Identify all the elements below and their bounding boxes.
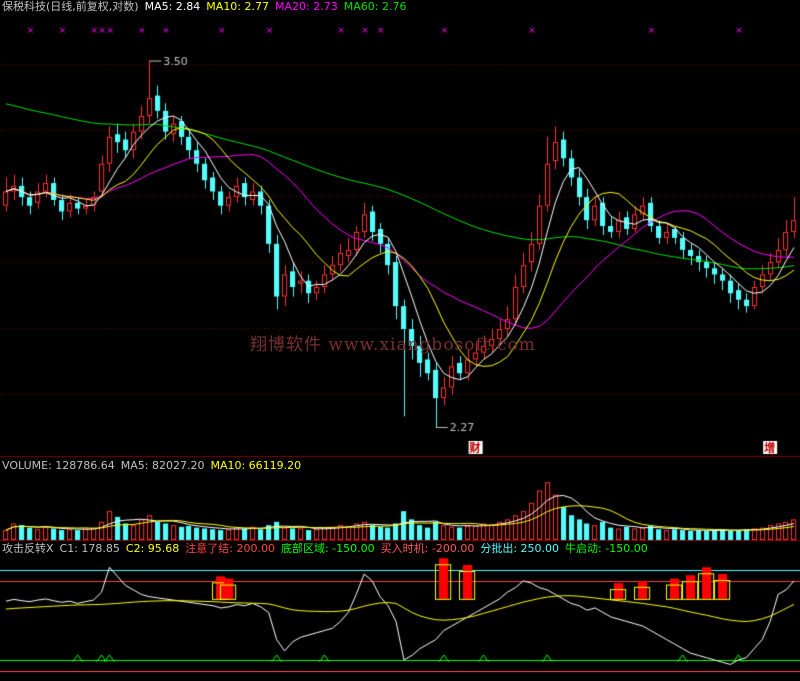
ma5-label: MA5: 2.84 (144, 0, 201, 13)
ma10-label: MA10: 2.77 (206, 0, 270, 13)
volume-label: VOLUME: 128786.64 (2, 459, 115, 472)
c2-label: C2: 95.68 (125, 542, 180, 555)
c1-label: C1: 178.85 (59, 542, 120, 555)
buy-label: 买入时机: -200.00 (380, 542, 475, 555)
watermark: 翔博软件 www.xiangbosoft.com (250, 335, 536, 355)
ma60-label: MA60: 2.76 (343, 0, 407, 13)
main-chart-header: 保税科技(日线,前复权,对数) MA5: 2.84 MA10: 2.77 MA20: … (2, 0, 412, 13)
vol-ma10-label: MA10: 66119.20 (210, 459, 302, 472)
ma20-label: MA20: 2.73 (275, 0, 338, 13)
attention-label: 注意了结: 200.00 (185, 542, 275, 555)
batch-label: 分批出: 250.00 (480, 542, 560, 555)
bull-label: 牛启动: -150.00 (565, 542, 648, 555)
stock-title: 保税科技(日线,前复权,对数) (2, 0, 139, 13)
volume-header: VOLUME: 128786.64 MA5: 82027.20 MA10: 6611… (2, 459, 307, 472)
bottom-label: 底部区域: -150.00 (281, 542, 375, 555)
indicator-header: 攻击反转X C1: 178.85 C2: 95.68 注意了结: 200.00 底部区域… (2, 542, 654, 555)
indicator-name: 攻击反转X (2, 542, 54, 555)
vol-ma5-label: MA5: 82027.20 (120, 459, 205, 472)
